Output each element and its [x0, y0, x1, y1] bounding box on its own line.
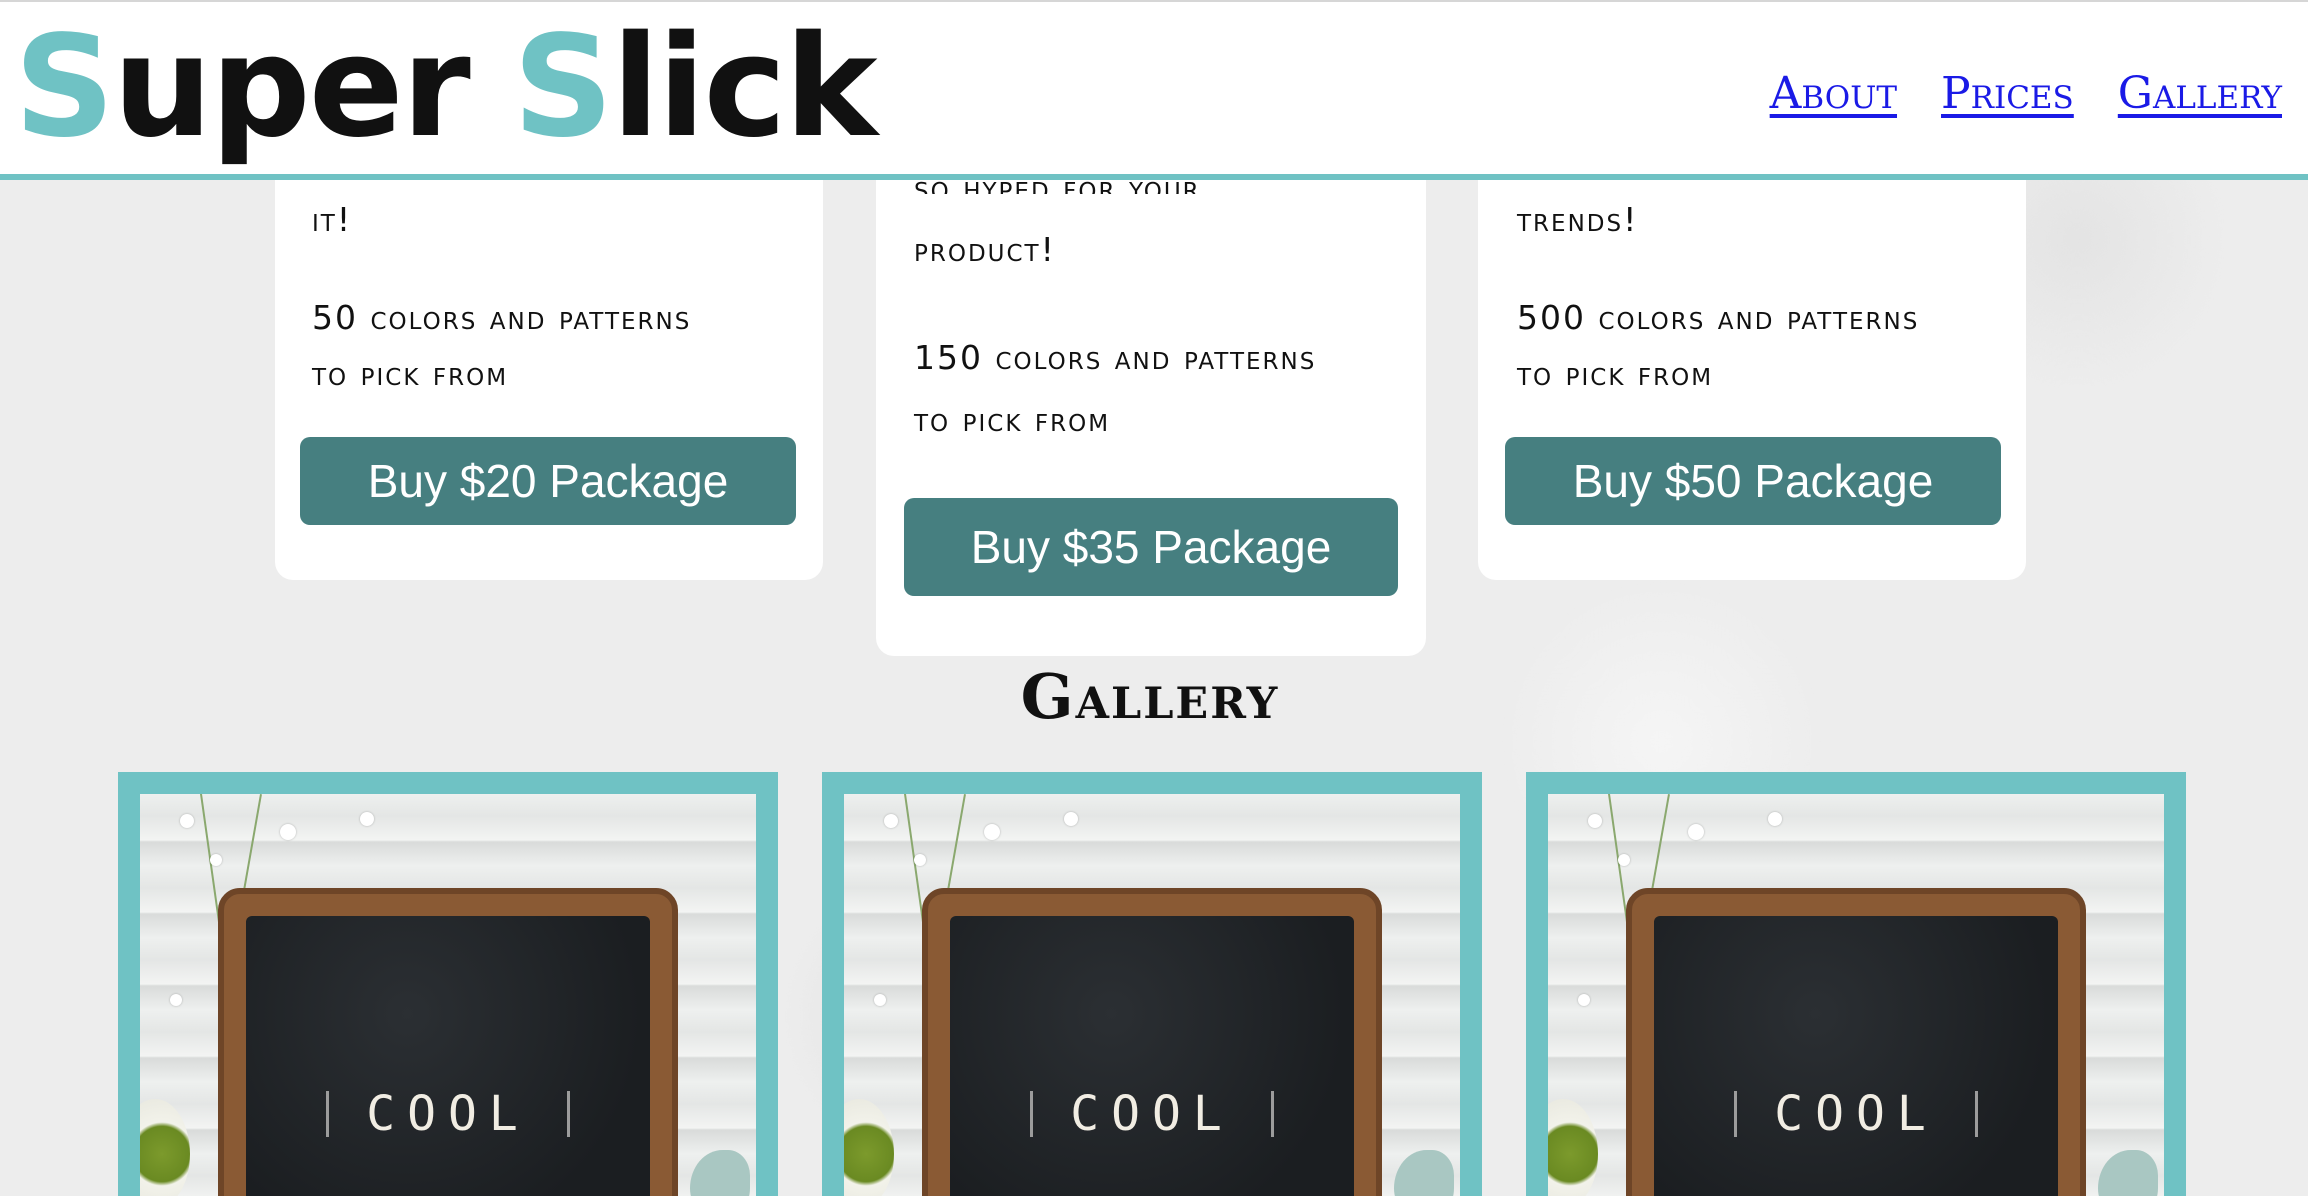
letter-board-surface: COOL [950, 916, 1354, 1196]
gallery-frame: COOL [1526, 772, 2186, 1196]
gallery-heading: Gallery [1020, 660, 1280, 733]
flower [1588, 814, 1602, 828]
card-colors-line-1: 500 colors and patterns [1517, 298, 1920, 337]
letter-board-surface: COOL [246, 916, 650, 1196]
matcha-cup [1548, 1099, 1598, 1196]
card-colors-line-1: 50 colors and patterns [312, 298, 692, 337]
gallery-frame: COOL [118, 772, 778, 1196]
main-nav: About Prices Gallery [1770, 68, 2282, 119]
card-description: trends! [1517, 200, 1639, 239]
flower [180, 814, 194, 828]
letter-board: COOL [218, 888, 678, 1196]
nav-link-gallery[interactable]: Gallery [2118, 68, 2282, 119]
card-colors-line-2: to pick from [312, 354, 509, 393]
board-text: COOL [366, 1086, 530, 1142]
flower [1688, 824, 1704, 840]
nav-link-prices[interactable]: Prices [1941, 68, 2074, 119]
flower [874, 994, 886, 1006]
pricing-card-35: so hyped for your product! 150 colors an… [876, 130, 1426, 656]
buy-20-package-button[interactable]: Buy $20 Package [300, 437, 796, 525]
gallery-image-letter-board[interactable]: COOL [1548, 794, 2164, 1196]
board-text: COOL [1774, 1086, 1938, 1142]
flower [884, 814, 898, 828]
flower [1064, 812, 1078, 826]
gallery-image-letter-board[interactable]: COOL [140, 794, 756, 1196]
flower [360, 812, 374, 826]
letter-board-surface: COOL [1654, 916, 2058, 1196]
flower [914, 854, 926, 866]
leaf [2098, 1150, 2158, 1196]
super-slick-logo[interactable]: Super Slick [14, 6, 878, 169]
logo-word-1-rest: uper [112, 6, 471, 169]
logo-word-2-rest: lick [611, 6, 878, 169]
card-colors-line-1: 150 colors and patterns [914, 338, 1317, 377]
logo-initial-1: S [14, 6, 115, 169]
gallery-frame: COOL [822, 772, 1482, 1196]
buy-35-package-button[interactable]: Buy $35 Package [904, 498, 1398, 596]
flower [280, 824, 296, 840]
gallery-image-letter-board[interactable]: COOL [844, 794, 1460, 1196]
flower [210, 854, 222, 866]
flower [1768, 812, 1782, 826]
flower [170, 994, 182, 1006]
matcha-cup [844, 1099, 894, 1196]
nav-link-about[interactable]: About [1770, 68, 1897, 119]
buy-50-package-button[interactable]: Buy $50 Package [1505, 437, 2001, 525]
card-description-line-2: product! [914, 230, 1056, 269]
card-colors-line-2: to pick from [914, 400, 1111, 439]
flower [1578, 994, 1590, 1006]
matcha-cup [140, 1099, 190, 1196]
leaf [690, 1150, 750, 1196]
pricing-card-50: trends! 500 colors and patterns to pick … [1478, 130, 2026, 580]
flower [984, 824, 1000, 840]
site-header: Super Slick About Prices Gallery [0, 0, 2308, 180]
letter-board: COOL [922, 888, 1382, 1196]
pricing-card-20: it! 50 colors and patterns to pick from … [275, 130, 823, 580]
leaf [1394, 1150, 1454, 1196]
letter-board: COOL [1626, 888, 2086, 1196]
flower [1618, 854, 1630, 866]
card-colors-line-2: to pick from [1517, 354, 1714, 393]
logo-initial-2: S [512, 6, 614, 169]
board-text: COOL [1070, 1086, 1234, 1142]
card-description: it! [312, 200, 353, 239]
